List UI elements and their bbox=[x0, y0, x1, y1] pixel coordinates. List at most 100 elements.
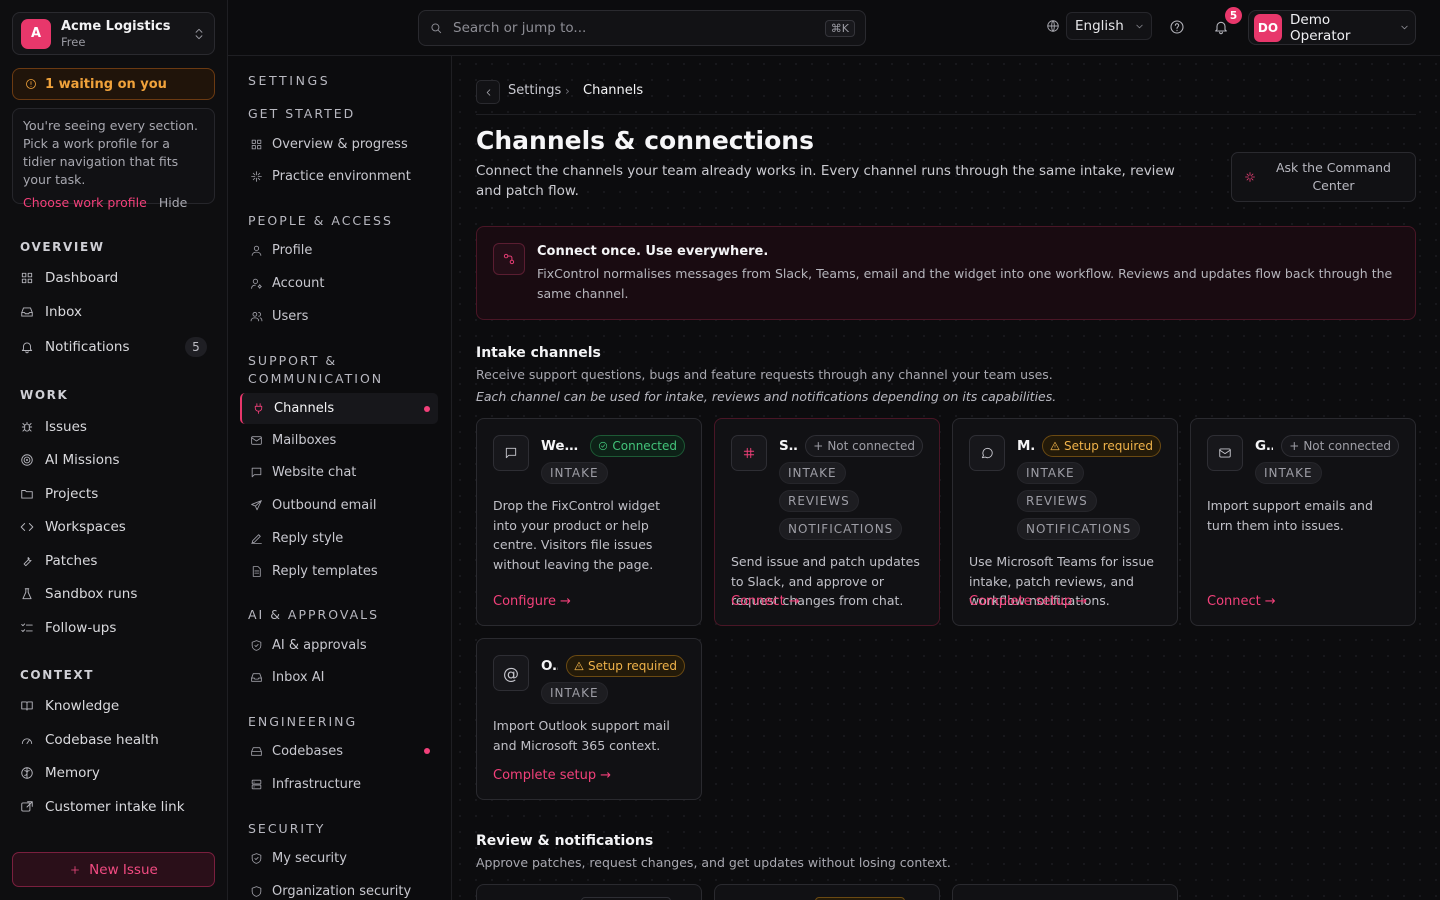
settings-item-codebases[interactable]: Codebases bbox=[240, 736, 438, 766]
warning-icon bbox=[1050, 441, 1060, 451]
grid-icon bbox=[250, 138, 263, 151]
channel-name: G... bbox=[1255, 438, 1273, 454]
user-name: Demo Operator bbox=[1290, 11, 1351, 44]
settings-item-account[interactable]: Account bbox=[240, 268, 438, 298]
sidebar-item-notifications[interactable]: Notifications 5 bbox=[12, 332, 215, 362]
user-icon bbox=[250, 244, 263, 257]
status-label: Setup required bbox=[587, 659, 677, 673]
check-circle-icon bbox=[598, 441, 608, 451]
settings-item-overview-progress[interactable]: Overview & progress bbox=[240, 129, 438, 159]
work-profile-hint: You're seeing every section. Pick a work… bbox=[12, 108, 215, 210]
sidebar-item-workspaces[interactable]: Workspaces bbox=[12, 512, 215, 542]
settings-item-practice-environment[interactable]: Practice environment bbox=[240, 161, 438, 191]
folder-icon bbox=[20, 487, 34, 501]
settings-group-title: PEOPLE & ACCESS bbox=[248, 213, 393, 228]
settings-item-label: AI & approvals bbox=[272, 637, 367, 653]
new-issue-button[interactable]: New Issue bbox=[12, 852, 215, 887]
page-description: Connect the channels your team already w… bbox=[476, 163, 1175, 199]
sidebar-item-memory[interactable]: Memory bbox=[12, 758, 215, 788]
sidebar-item-inbox[interactable]: Inbox bbox=[12, 297, 215, 327]
settings-item-profile[interactable]: Profile bbox=[240, 235, 438, 265]
mail-icon bbox=[250, 434, 263, 447]
settings-item-channels[interactable]: Channels bbox=[240, 393, 438, 424]
settings-item-ai-approvals[interactable]: AI & approvals bbox=[240, 630, 438, 660]
brain-icon bbox=[20, 766, 34, 780]
plus-icon: + bbox=[1289, 439, 1300, 453]
capability-tag: REVIEWS bbox=[1017, 490, 1097, 512]
status-label: Not connected bbox=[827, 439, 915, 453]
sidebar-item-ai-missions[interactable]: AI Missions bbox=[12, 445, 215, 475]
back-button[interactable] bbox=[476, 80, 500, 104]
bug-icon bbox=[20, 420, 34, 434]
language-value: English bbox=[1075, 18, 1124, 34]
settings-item-reply-templates[interactable]: Reply templates bbox=[240, 556, 438, 586]
sidebar-item-follow-ups[interactable]: Follow-ups bbox=[12, 613, 215, 643]
sidebar-item-customer-intake-link[interactable]: Customer intake link bbox=[12, 792, 215, 822]
choose-work-profile-link[interactable]: Choose work profile bbox=[23, 195, 147, 210]
sidebar-item-issues[interactable]: Issues bbox=[12, 412, 215, 442]
action-label: Connect bbox=[731, 594, 785, 609]
settings-item-label: Mailboxes bbox=[272, 432, 337, 448]
settings-item-reply-style[interactable]: Reply style bbox=[240, 523, 438, 553]
inbox-icon bbox=[20, 305, 34, 319]
language-select[interactable]: English bbox=[1066, 12, 1152, 40]
settings-item-inbox-ai[interactable]: Inbox AI bbox=[240, 662, 438, 692]
search-input[interactable] bbox=[453, 20, 815, 36]
connect-link[interactable]: Connect → bbox=[731, 594, 800, 609]
complete-setup-link[interactable]: Complete setup → bbox=[969, 594, 1087, 609]
capability-tag: INTAKE bbox=[779, 462, 846, 484]
ask-command-center-button[interactable]: Ask the Command Center bbox=[1231, 152, 1416, 202]
review-section-subtitle: Approve patches, request changes, and ge… bbox=[476, 855, 951, 870]
channel-name: S... bbox=[779, 438, 797, 454]
connect-link[interactable]: Connect → bbox=[1207, 594, 1276, 609]
sidebar-item-dashboard[interactable]: Dashboard bbox=[12, 263, 215, 293]
settings-item-label: My security bbox=[272, 850, 347, 866]
breadcrumb-settings[interactable]: Settings bbox=[508, 83, 561, 98]
sidebar-item-sandbox-runs[interactable]: Sandbox runs bbox=[12, 579, 215, 609]
status-badge: + Not connected bbox=[1281, 435, 1399, 457]
sidebar-item-label: Memory bbox=[45, 765, 100, 781]
hide-hint-button[interactable]: Hide bbox=[159, 195, 188, 210]
settings-item-users[interactable]: Users bbox=[240, 301, 438, 331]
arrow-right-icon: → bbox=[600, 768, 612, 783]
status-label: Not connected bbox=[1303, 439, 1391, 453]
settings-item-my-security[interactable]: My security bbox=[240, 843, 438, 873]
sidebar-item-knowledge[interactable]: Knowledge bbox=[12, 691, 215, 721]
connect-once-banner: Connect once. Use everywhere. FixControl… bbox=[476, 226, 1416, 320]
shield-check-icon bbox=[250, 639, 263, 652]
configure-link[interactable]: Configure → bbox=[493, 594, 571, 609]
sidebar-item-projects[interactable]: Projects bbox=[12, 479, 215, 509]
channel-card-website-chat: Web... Connected INTAKE Drop the FixCont… bbox=[476, 418, 702, 626]
waiting-on-you-button[interactable]: 1 waiting on you bbox=[12, 68, 215, 100]
settings-item-label: Infrastructure bbox=[272, 776, 361, 792]
review-section-title: Review & notifications bbox=[476, 833, 654, 849]
capability-tag: INTAKE bbox=[1255, 462, 1322, 484]
org-switcher[interactable]: A Acme Logistics Free bbox=[12, 12, 215, 55]
sidebar-item-patches[interactable]: Patches bbox=[12, 546, 215, 576]
review-card-partial bbox=[476, 884, 702, 900]
arrow-right-icon: → bbox=[1264, 594, 1276, 609]
status-badge: Setup required bbox=[565, 655, 685, 677]
arrow-right-icon: → bbox=[788, 594, 800, 609]
sidebar-item-label: Follow-ups bbox=[45, 620, 117, 636]
sidebar-item-label: Projects bbox=[45, 486, 99, 502]
global-search[interactable]: ⌘K bbox=[418, 10, 866, 46]
nav-section-context: CONTEXT bbox=[20, 668, 95, 682]
settings-item-mailboxes[interactable]: Mailboxes bbox=[240, 425, 438, 455]
help-icon[interactable] bbox=[1169, 19, 1185, 35]
at-icon: @ bbox=[493, 655, 529, 691]
channel-card-gmail: G... + Not connected INTAKE Import suppo… bbox=[1190, 418, 1416, 626]
settings-group-title: AI & APPROVALS bbox=[248, 607, 380, 622]
channel-description: Import support emails and turn them into… bbox=[1207, 498, 1373, 533]
settings-item-organization-security[interactable]: Organization security bbox=[240, 876, 438, 900]
status-label: Connected bbox=[612, 439, 677, 453]
sidebar-item-codebase-health[interactable]: Codebase health bbox=[12, 725, 215, 755]
channel-name: Web... bbox=[541, 438, 582, 454]
complete-setup-link[interactable]: Complete setup → bbox=[493, 768, 611, 783]
settings-item-outbound-email[interactable]: Outbound email bbox=[240, 490, 438, 520]
search-icon bbox=[429, 21, 443, 35]
settings-item-infrastructure[interactable]: Infrastructure bbox=[240, 769, 438, 799]
plus-icon bbox=[69, 864, 81, 876]
settings-item-website-chat[interactable]: Website chat bbox=[240, 457, 438, 487]
user-menu[interactable]: DO Demo Operator bbox=[1248, 10, 1416, 45]
